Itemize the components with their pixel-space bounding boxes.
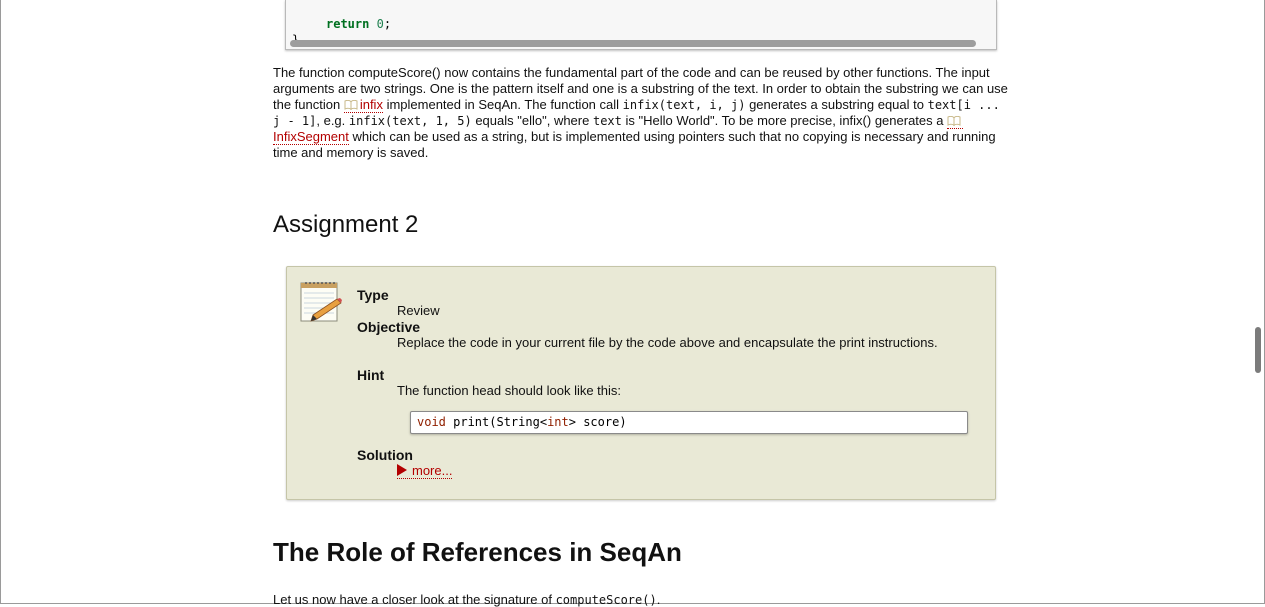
inline-code: infix(text, i, j) — [622, 98, 746, 112]
book-icon — [344, 100, 358, 110]
book-icon — [947, 116, 961, 126]
code-text: print(String< — [445, 415, 548, 429]
infixsegment-link-label: InfixSegment — [273, 129, 349, 144]
horizontal-scrollbar[interactable] — [290, 40, 976, 47]
objective-label: Objective — [357, 319, 421, 335]
body-paragraph: The function computeScore() now contains… — [273, 65, 1013, 161]
infix-link-label: infix — [359, 97, 383, 112]
code-semicolon: ; — [383, 17, 392, 31]
hint-code-block: void print(String<int> score) — [410, 411, 968, 434]
para-text: equals "ello", where — [471, 113, 593, 128]
solution-label: Solution — [357, 447, 413, 463]
code-text: > score) — [568, 415, 627, 429]
para-text: which can be used as a string, but is im… — [273, 129, 996, 160]
para-text: is "Hello World". To be more precise, in… — [621, 113, 948, 128]
assignment-heading: Assignment 2 — [273, 211, 419, 238]
code-line-return: return 0; — [326, 17, 391, 31]
solution-more-toggle[interactable]: more... — [397, 463, 453, 479]
para-text: generates a substring equal to — [745, 97, 928, 112]
code-keyword-int: int — [547, 415, 569, 429]
code-number: 0 — [376, 17, 384, 31]
vertical-scrollbar[interactable] — [1255, 327, 1261, 373]
infix-link[interactable]: infix — [343, 97, 383, 113]
type-value: Review — [397, 303, 440, 318]
type-label: Type — [357, 287, 389, 303]
para-text: , e.g. — [316, 113, 349, 128]
section-heading: The Role of References in SeqAn — [273, 537, 682, 567]
hint-value: The function head should look like this: — [397, 383, 622, 398]
para-text: implemented in SeqAn. The function call — [382, 97, 623, 112]
objective-value: Replace the code in your current file by… — [397, 335, 938, 350]
code-keyword-void: void — [417, 415, 446, 429]
expand-triangle-icon — [397, 464, 407, 476]
code-keyword: return — [326, 17, 370, 31]
inline-code: text — [592, 114, 622, 128]
code-block: return 0; } — [285, 0, 997, 50]
assignment-box: Type Review Objective Replace the code i… — [286, 266, 996, 500]
more-label: more... — [412, 463, 453, 478]
inline-code: infix(text, 1, 5) — [348, 114, 472, 128]
hint-label: Hint — [357, 367, 385, 383]
notepad-pencil-icon — [300, 282, 342, 322]
